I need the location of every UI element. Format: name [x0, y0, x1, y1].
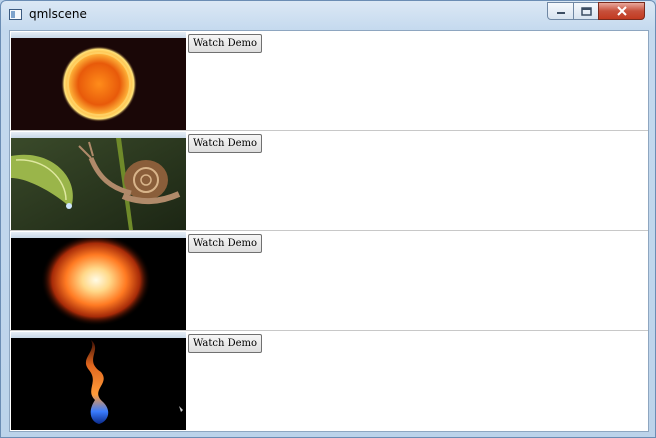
list-item: Watch Demo — [10, 331, 648, 431]
thumbnail-explosion — [11, 232, 186, 330]
list-item: Watch Demo — [10, 31, 648, 131]
list-view[interactable]: Watch Demo Watch Demo Watch Demo Watch D… — [9, 30, 649, 432]
flame-column-image — [11, 338, 186, 430]
fire-ring-image — [11, 38, 186, 130]
minimize-button[interactable] — [547, 2, 574, 20]
close-icon — [616, 6, 627, 16]
window-title: qmlscene — [29, 7, 87, 21]
maximize-icon — [580, 6, 592, 16]
minimize-icon — [556, 12, 565, 14]
app-window: qmlscene Watch Demo Watch Demo Watch Dem… — [0, 0, 656, 438]
explosion-image — [11, 238, 186, 330]
watch-demo-button[interactable]: Watch Demo — [188, 234, 263, 253]
thumbnail-fire-ring — [11, 32, 186, 130]
snail-image — [11, 138, 186, 230]
watch-demo-button[interactable]: Watch Demo — [188, 334, 263, 353]
watch-demo-button[interactable]: Watch Demo — [188, 34, 263, 53]
title-bar[interactable]: qmlscene — [1, 1, 655, 29]
list-item: Watch Demo — [10, 231, 648, 331]
thumbnail-flame-column — [11, 332, 186, 430]
list-item: Watch Demo — [10, 131, 648, 231]
maximize-button[interactable] — [573, 2, 599, 20]
app-icon — [9, 9, 22, 20]
close-button[interactable] — [598, 2, 645, 20]
thumbnail-snail — [11, 132, 186, 230]
watch-demo-button[interactable]: Watch Demo — [188, 134, 263, 153]
